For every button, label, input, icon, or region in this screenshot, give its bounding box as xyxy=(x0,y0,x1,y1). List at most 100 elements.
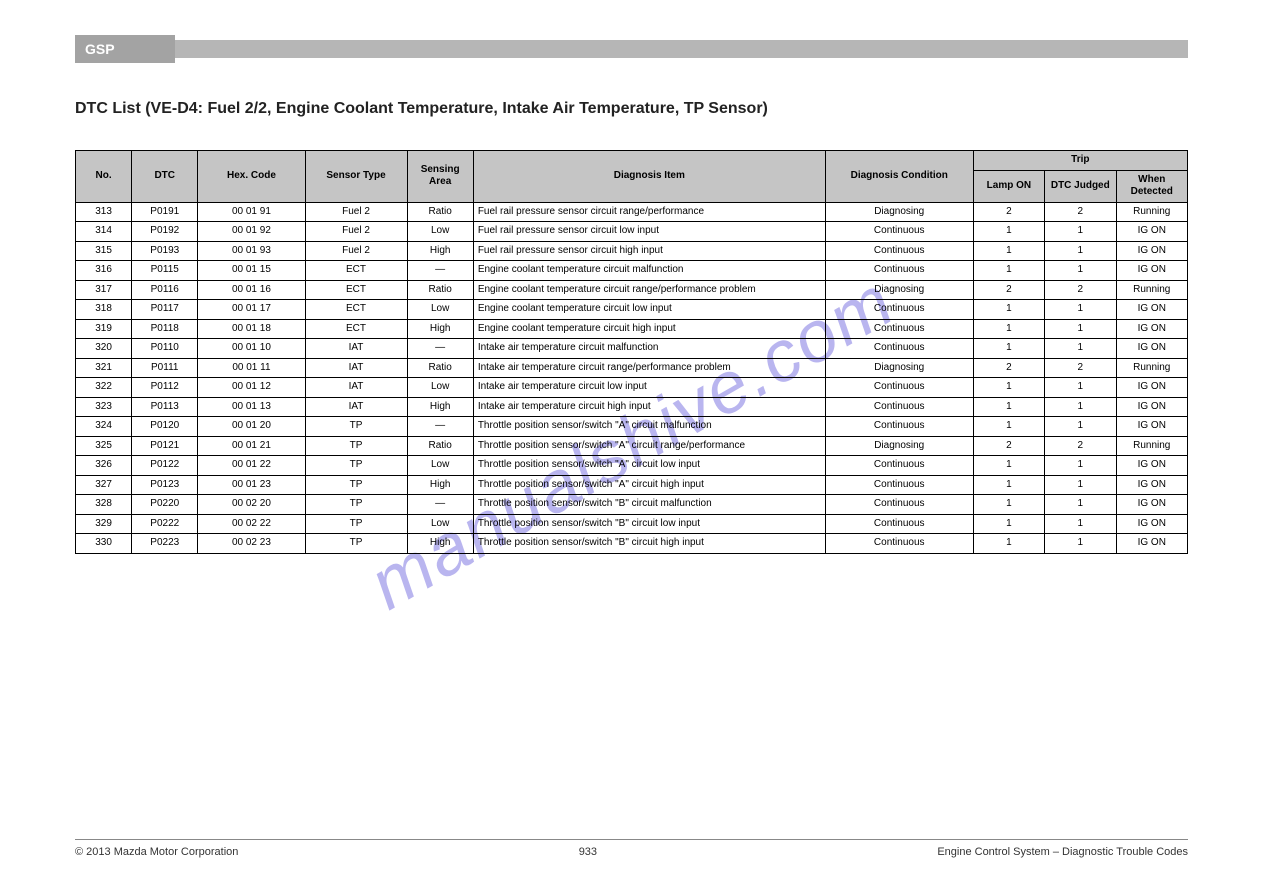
cell-type: TP xyxy=(305,436,407,456)
table-row: 317P011600 01 16ECTRatioEngine coolant t… xyxy=(76,280,1188,300)
cell-hex: 00 01 21 xyxy=(198,436,305,456)
cell-type: IAT xyxy=(305,358,407,378)
cell-item: Throttle position sensor/switch "B" circ… xyxy=(473,495,825,515)
cell-num: 318 xyxy=(76,300,132,320)
cell-item: Throttle position sensor/switch "B" circ… xyxy=(473,514,825,534)
cell-hex: 00 01 13 xyxy=(198,397,305,417)
footer-page: 933 xyxy=(579,846,597,858)
table-row: 321P011100 01 11IATRatioIntake air tempe… xyxy=(76,358,1188,378)
table-row: 327P012300 01 23TPHighThrottle position … xyxy=(76,475,1188,495)
cell-hex: 00 01 92 xyxy=(198,222,305,242)
cell-type: Fuel 2 xyxy=(305,222,407,242)
cell-num: 321 xyxy=(76,358,132,378)
cell-t2: 1 xyxy=(1045,378,1116,398)
cell-t3: IG ON xyxy=(1116,241,1188,261)
cell-item: Intake air temperature circuit low input xyxy=(473,378,825,398)
cell-t2: 1 xyxy=(1045,397,1116,417)
cell-t3: Running xyxy=(1116,358,1188,378)
cell-cond: Diagnosing xyxy=(825,436,973,456)
cell-t3: IG ON xyxy=(1116,222,1188,242)
cell-num: 319 xyxy=(76,319,132,339)
footer-left: © 2013 Mazda Motor Corporation xyxy=(75,846,238,858)
cell-t3: IG ON xyxy=(1116,319,1188,339)
cell-t2: 2 xyxy=(1045,202,1116,222)
cell-hex: 00 01 22 xyxy=(198,456,305,476)
cell-cond: Continuous xyxy=(825,339,973,359)
cell-hex: 00 01 15 xyxy=(198,261,305,281)
cell-item: Fuel rail pressure sensor circuit high i… xyxy=(473,241,825,261)
col-sensing: Sensing Area xyxy=(407,151,473,203)
cell-sensing: Ratio xyxy=(407,202,473,222)
cell-t1: 1 xyxy=(973,397,1044,417)
cell-item: Engine coolant temperature circuit range… xyxy=(473,280,825,300)
cell-item: Throttle position sensor/switch "A" circ… xyxy=(473,475,825,495)
cell-type: Fuel 2 xyxy=(305,202,407,222)
cell-t2: 1 xyxy=(1045,456,1116,476)
cell-sensing: — xyxy=(407,261,473,281)
section-title: DTC List (VE-D4: Fuel 2/2, Engine Coolan… xyxy=(75,100,768,118)
cell-t3: IG ON xyxy=(1116,378,1188,398)
cell-cond: Continuous xyxy=(825,534,973,554)
cell-dtc: P0192 xyxy=(132,222,198,242)
cell-dtc: P0118 xyxy=(132,319,198,339)
table-row: 325P012100 01 21TPRatioThrottle position… xyxy=(76,436,1188,456)
table-row: 313P019100 01 91Fuel 2RatioFuel rail pre… xyxy=(76,202,1188,222)
cell-sensing: — xyxy=(407,417,473,437)
cell-sensing: Low xyxy=(407,514,473,534)
cell-hex: 00 01 12 xyxy=(198,378,305,398)
cell-num: 330 xyxy=(76,534,132,554)
cell-dtc: P0112 xyxy=(132,378,198,398)
cell-dtc: P0193 xyxy=(132,241,198,261)
cell-num: 327 xyxy=(76,475,132,495)
cell-hex: 00 01 20 xyxy=(198,417,305,437)
cell-dtc: P0120 xyxy=(132,417,198,437)
cell-type: TP xyxy=(305,417,407,437)
cell-t3: IG ON xyxy=(1116,495,1188,515)
cell-t3: IG ON xyxy=(1116,514,1188,534)
cell-dtc: P0222 xyxy=(132,514,198,534)
cell-type: IAT xyxy=(305,339,407,359)
cell-sensing: Low xyxy=(407,300,473,320)
cell-t1: 1 xyxy=(973,514,1044,534)
page-footer: © 2013 Mazda Motor Corporation 933 Engin… xyxy=(75,839,1188,858)
cell-num: 317 xyxy=(76,280,132,300)
cell-type: TP xyxy=(305,456,407,476)
cell-dtc: P0121 xyxy=(132,436,198,456)
cell-type: ECT xyxy=(305,280,407,300)
cell-cond: Continuous xyxy=(825,417,973,437)
col-dtc: DTC xyxy=(132,151,198,203)
cell-t2: 1 xyxy=(1045,319,1116,339)
cell-hex: 00 01 93 xyxy=(198,241,305,261)
cell-t1: 2 xyxy=(973,202,1044,222)
cell-t2: 1 xyxy=(1045,514,1116,534)
col-item: Diagnosis Item xyxy=(473,151,825,203)
cell-type: IAT xyxy=(305,397,407,417)
cell-cond: Continuous xyxy=(825,397,973,417)
cell-num: 328 xyxy=(76,495,132,515)
table-row: 314P019200 01 92Fuel 2LowFuel rail press… xyxy=(76,222,1188,242)
cell-num: 323 xyxy=(76,397,132,417)
cell-cond: Continuous xyxy=(825,300,973,320)
dtc-table: No. DTC Hex. Code Sensor Type Sensing Ar… xyxy=(75,150,1188,554)
cell-dtc: P0111 xyxy=(132,358,198,378)
cell-sensing: Low xyxy=(407,456,473,476)
cell-item: Intake air temperature circuit high inpu… xyxy=(473,397,825,417)
col-hex: Hex. Code xyxy=(198,151,305,203)
cell-t1: 1 xyxy=(973,495,1044,515)
cell-cond: Continuous xyxy=(825,456,973,476)
cell-type: TP xyxy=(305,475,407,495)
cell-t1: 1 xyxy=(973,534,1044,554)
header-tab: GSP xyxy=(75,35,175,63)
cell-t3: IG ON xyxy=(1116,300,1188,320)
cell-item: Engine coolant temperature circuit malfu… xyxy=(473,261,825,281)
table-row: 330P022300 02 23TPHighThrottle position … xyxy=(76,534,1188,554)
cell-t1: 1 xyxy=(973,222,1044,242)
cell-num: 329 xyxy=(76,514,132,534)
table-row: 328P022000 02 20TP—Throttle position sen… xyxy=(76,495,1188,515)
cell-type: TP xyxy=(305,495,407,515)
cell-item: Engine coolant temperature circuit high … xyxy=(473,319,825,339)
cell-item: Throttle position sensor/switch "A" circ… xyxy=(473,456,825,476)
cell-t3: IG ON xyxy=(1116,475,1188,495)
col-num: No. xyxy=(76,151,132,203)
cell-num: 314 xyxy=(76,222,132,242)
